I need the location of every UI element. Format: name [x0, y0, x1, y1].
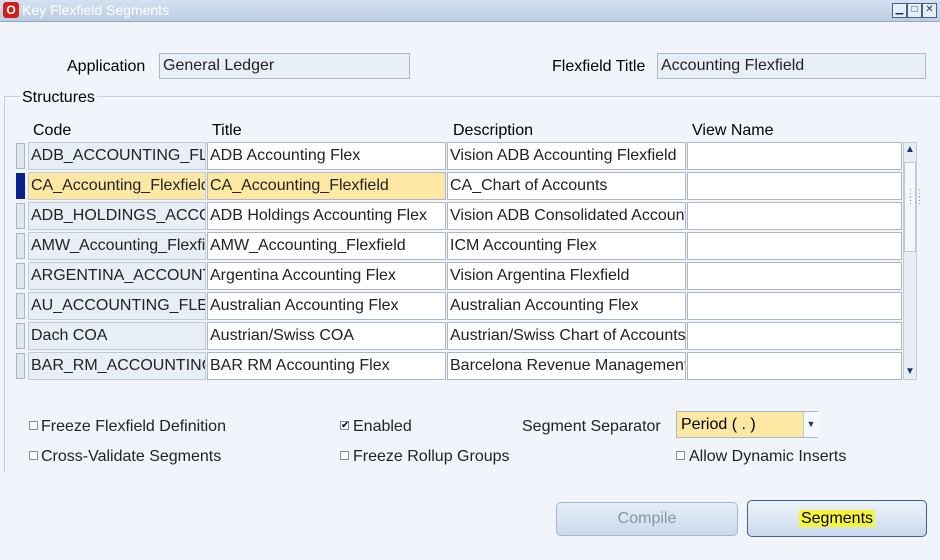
freeze-definition-label[interactable]: Freeze Flexfield Definition [41, 418, 226, 436]
cell-title[interactable]: CA_Accounting_Flexfield [207, 172, 446, 200]
segments-button[interactable]: Segments [747, 500, 927, 537]
structures-legend: Structures [20, 89, 97, 107]
cross-validate-checkbox[interactable] [29, 451, 38, 460]
cell-title[interactable]: Argentina Accounting Flex [207, 262, 446, 290]
column-header-title: Title [212, 122, 242, 139]
cell-description[interactable]: Vision Argentina Flexfield [447, 262, 686, 290]
cell-title[interactable]: ADB Accounting Flex [207, 142, 446, 170]
cell-title[interactable]: ADB Holdings Accounting Flex [207, 202, 446, 230]
cell-description[interactable]: Australian Accounting Flex [447, 292, 686, 320]
cell-description[interactable]: Austrian/Swiss Chart of Accounts [447, 322, 686, 350]
compile-button[interactable]: Compile [556, 502, 738, 536]
record-indicator[interactable] [16, 233, 25, 259]
cell-view-name[interactable] [687, 232, 902, 260]
cell-view-name[interactable] [687, 292, 902, 320]
cell-view-name[interactable] [687, 142, 902, 170]
minimize-icon[interactable]: ▁ [892, 3, 907, 18]
maximize-icon[interactable]: □ [907, 3, 922, 18]
cell-title[interactable]: AMW_Accounting_Flexfield [207, 232, 446, 260]
scroll-up-icon[interactable]: ▲ [903, 142, 917, 158]
scroll-grip-icon: ⋮⋮⋮⋮ [906, 189, 924, 205]
cell-description[interactable]: CA_Chart of Accounts [447, 172, 686, 200]
record-indicator[interactable] [16, 353, 25, 379]
cell-view-name[interactable] [687, 352, 902, 380]
cell-code[interactable]: ADB_ACCOUNTING_FLEX [28, 142, 206, 170]
column-header-view-name: View Name [692, 122, 774, 139]
application-label: Application [67, 58, 146, 75]
cell-description[interactable]: ICM Accounting Flex [447, 232, 686, 260]
record-indicator[interactable] [16, 323, 25, 349]
record-indicator[interactable] [16, 263, 25, 289]
record-indicator[interactable] [16, 173, 25, 199]
oracle-app-icon[interactable]: O [3, 2, 19, 18]
allow-dynamic-inserts-checkbox[interactable] [676, 451, 685, 460]
segment-separator-label: Segment Separator [522, 418, 661, 435]
cell-view-name[interactable] [687, 262, 902, 290]
scroll-down-icon[interactable]: ▼ [903, 364, 917, 380]
cell-code[interactable]: AMW_Accounting_Flexfield [28, 232, 206, 260]
segment-separator-select[interactable]: Period ( . ) [676, 411, 818, 438]
cell-view-name[interactable] [687, 322, 902, 350]
cell-description[interactable]: Vision ADB Consolidated Accounting [447, 202, 686, 230]
cell-view-name[interactable] [687, 202, 902, 230]
cell-code[interactable]: ARGENTINA_ACCOUNTING [28, 262, 206, 290]
flexfield-title-label: Flexfield Title [552, 58, 646, 75]
record-indicator[interactable] [16, 143, 25, 169]
allow-dynamic-inserts-label[interactable]: Allow Dynamic Inserts [689, 448, 846, 466]
record-indicator[interactable] [16, 293, 25, 319]
cell-view-name[interactable] [687, 172, 902, 200]
cell-description[interactable]: Vision ADB Accounting Flexfield [447, 142, 686, 170]
enabled-label[interactable]: Enabled [353, 418, 412, 436]
freeze-definition-checkbox[interactable] [29, 421, 38, 430]
scroll-thumb[interactable] [904, 162, 916, 252]
enabled-checkbox[interactable]: ✔ [340, 421, 349, 431]
freeze-rollup-checkbox[interactable] [340, 451, 349, 460]
cell-code[interactable]: ADB_HOLDINGS_ACCOUNTING [28, 202, 206, 230]
cell-title[interactable]: Australian Accounting Flex [207, 292, 446, 320]
flexfield-title-field[interactable]: Accounting Flexfield [657, 53, 926, 79]
cell-code[interactable]: AU_ACCOUNTING_FLEX [28, 292, 206, 320]
freeze-rollup-label[interactable]: Freeze Rollup Groups [353, 448, 510, 466]
cell-description[interactable]: Barcelona Revenue Management [447, 352, 686, 380]
record-indicator[interactable] [16, 203, 25, 229]
window-title: Key Flexfield Segments [22, 2, 170, 18]
application-field[interactable]: General Ledger [159, 53, 410, 79]
chevron-down-icon[interactable]: ▼ [803, 412, 818, 437]
cross-validate-label[interactable]: Cross-Validate Segments [41, 448, 221, 466]
cell-code[interactable]: Dach COA [28, 322, 206, 350]
cell-code[interactable]: CA_Accounting_Flexfield [28, 172, 206, 200]
column-header-description: Description [453, 122, 534, 139]
cell-title[interactable]: BAR RM Accounting Flex [207, 352, 446, 380]
segments-button-label: Segments [798, 510, 876, 527]
cell-title[interactable]: Austrian/Swiss COA [207, 322, 446, 350]
close-icon[interactable]: ✕ [922, 3, 937, 18]
cell-code[interactable]: BAR_RM_ACCOUNTING [28, 352, 206, 380]
column-header-code: Code [33, 122, 72, 139]
